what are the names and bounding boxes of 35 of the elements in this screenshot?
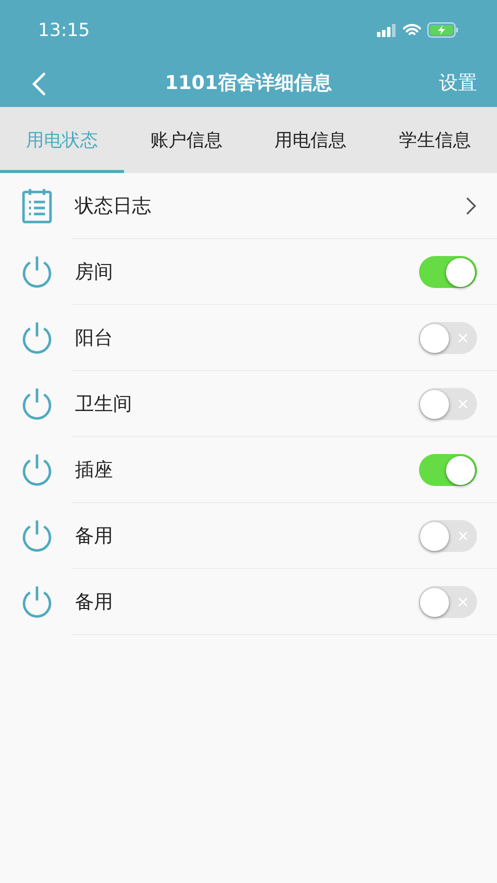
status-time: 13:15 bbox=[38, 18, 90, 42]
close-icon bbox=[458, 597, 468, 607]
power-icon bbox=[20, 453, 52, 487]
toggle-switch[interactable] bbox=[419, 520, 477, 552]
close-icon bbox=[458, 531, 468, 541]
row-label: 卫生间 bbox=[75, 392, 133, 417]
close-icon bbox=[458, 399, 468, 409]
row-label: 房间 bbox=[75, 260, 114, 285]
toggle-switch[interactable] bbox=[419, 586, 477, 618]
tab[interactable]: 账户信息 bbox=[124, 107, 248, 173]
signal-icon bbox=[377, 24, 397, 36]
list-row[interactable]: 状态日志 bbox=[0, 173, 497, 239]
toggle-switch[interactable] bbox=[419, 454, 477, 486]
row-label: 状态日志 bbox=[75, 194, 152, 219]
list-icon bbox=[22, 188, 52, 224]
power-icon bbox=[20, 519, 52, 553]
tab[interactable]: 用电信息 bbox=[248, 107, 373, 173]
power-icon bbox=[20, 387, 52, 421]
power-icon bbox=[20, 585, 52, 619]
toggle-switch[interactable] bbox=[419, 256, 477, 288]
row-label: 阳台 bbox=[75, 326, 114, 351]
row-label: 备用 bbox=[75, 524, 114, 549]
back-icon bbox=[32, 72, 46, 96]
tab[interactable]: 学生信息 bbox=[372, 107, 497, 173]
battery-icon bbox=[427, 22, 459, 38]
wifi-icon bbox=[403, 24, 421, 36]
page-title: 1101宿舍详细信息 bbox=[165, 71, 332, 96]
row-label: 备用 bbox=[75, 590, 114, 615]
power-icon bbox=[20, 321, 52, 355]
toggle-switch[interactable] bbox=[419, 322, 477, 354]
chevron-right-icon[interactable] bbox=[465, 196, 477, 216]
close-icon bbox=[458, 333, 468, 343]
power-icon bbox=[20, 255, 52, 289]
toggle-switch[interactable] bbox=[419, 388, 477, 420]
row-label: 插座 bbox=[75, 458, 114, 483]
